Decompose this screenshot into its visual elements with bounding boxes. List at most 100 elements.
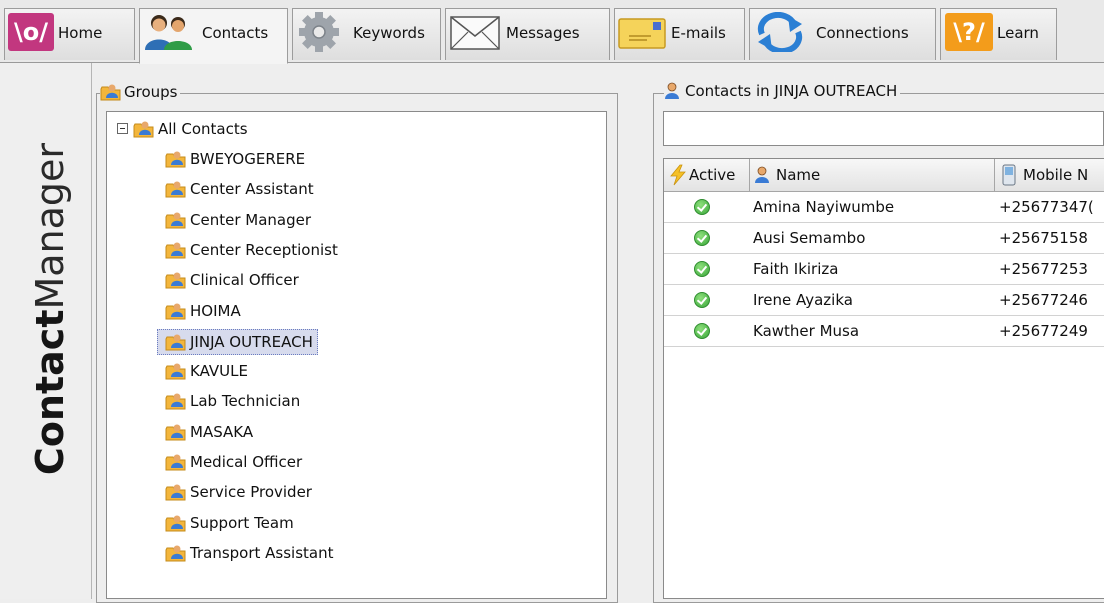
contact-person-icon — [755, 166, 769, 183]
tree-group-label: Clinical Officer — [190, 271, 299, 290]
tree-group-label: Lab Technician — [190, 392, 301, 411]
table-row[interactable]: Faith Ikiriza +25677253 — [664, 254, 1104, 285]
tree-root-all-contacts[interactable]: All Contacts — [133, 117, 248, 141]
table-row[interactable]: Irene Ayazika +25677246 — [664, 285, 1104, 316]
contacts-people-icon — [145, 15, 192, 50]
tree-group-label: Medical Officer — [190, 453, 303, 471]
group-folder-icon — [165, 393, 186, 410]
tree-group-label: Center Receptionist — [190, 240, 338, 259]
group-folder-icon — [165, 454, 186, 471]
contact-name-cell: Kawther Musa — [753, 322, 860, 340]
contacts-legend-label: Contacts in JINJA OUTREACH — [685, 82, 898, 100]
table-row[interactable]: Kawther Musa +25677249 — [664, 316, 1104, 347]
group-folder-icon — [165, 484, 186, 501]
tree-group-item[interactable]: Center Assistant — [165, 177, 314, 201]
tab-messages-label: Messages — [506, 24, 580, 42]
gear-icon — [299, 12, 339, 52]
tree-group-item[interactable]: Medical Officer — [165, 450, 302, 474]
contact-mobile-cell: +25675158 — [999, 229, 1088, 247]
group-folder-icon — [165, 212, 186, 229]
tab-home-label: Home — [58, 24, 103, 42]
tree-group-item[interactable]: Clinical Officer — [165, 268, 299, 292]
group-folder-icon — [165, 151, 186, 168]
mobile-phone-icon — [1002, 164, 1016, 186]
tab-learn-label: Learn — [997, 24, 1039, 42]
contacts-table-header: Active Name Mobile N — [664, 159, 1104, 192]
brand-title: ContactManager — [28, 143, 72, 475]
tree-group-label: Service Provider — [190, 483, 312, 502]
tab-emails-label: E-mails — [671, 24, 726, 42]
envelope-icon — [450, 16, 500, 50]
tab-keywords[interactable]: Keywords — [292, 8, 441, 60]
contact-person-icon — [665, 82, 679, 99]
group-folder-icon — [165, 242, 186, 259]
tree-group-label: KAVULE — [190, 362, 248, 381]
contact-name-cell: Ausi Semambo — [753, 229, 866, 247]
tree-group-item[interactable]: Support Team — [165, 511, 294, 535]
groups-tree[interactable]: All Contacts BWEYOGERERE Center Assistant… — [106, 111, 607, 599]
contact-mobile-cell: +25677347( — [999, 198, 1094, 216]
tree-group-item[interactable]: Center Manager — [165, 208, 311, 232]
tree-group-item[interactable]: BWEYOGERERE — [165, 147, 305, 171]
tree-group-label: BWEYOGERERE — [190, 150, 306, 168]
contact-mobile-cell: +25677253 — [999, 260, 1088, 278]
group-folder-icon — [133, 121, 154, 138]
contacts-legend: Contacts in JINJA OUTREACH — [664, 82, 901, 100]
contact-name-cell: Irene Ayazika — [753, 291, 853, 309]
tree-group-item[interactable]: JINJA OUTREACH — [157, 328, 318, 355]
tree-group-label: Center Manager — [190, 210, 312, 229]
brand-bold: Contact — [28, 309, 72, 476]
collapse-toggle-icon[interactable] — [117, 123, 128, 134]
group-folder-icon — [165, 334, 186, 351]
tree-group-label: Center Assistant — [190, 180, 314, 199]
tree-group-label: Transport Assistant — [190, 543, 334, 562]
tab-messages[interactable]: Messages — [445, 8, 610, 60]
tab-emails[interactable]: E-mails — [614, 8, 745, 60]
group-folder-icon — [165, 363, 186, 380]
tab-learn[interactable]: \?/ Learn — [940, 8, 1057, 60]
column-name-label: Name — [776, 166, 821, 184]
column-mobile[interactable]: Mobile N — [995, 159, 1104, 191]
group-folder-icon — [165, 545, 186, 562]
tree-group-item[interactable]: Service Provider — [165, 480, 312, 504]
tree-group-label: HOIMA — [190, 301, 241, 320]
learn-logo-icon: \?/ — [945, 13, 993, 51]
tab-connections[interactable]: Connections — [749, 8, 936, 60]
tree-group-item[interactable]: KAVULE — [165, 359, 248, 383]
group-folder-icon — [100, 84, 121, 101]
tab-home[interactable]: \o/ Home — [4, 8, 135, 60]
tree-group-label: JINJA OUTREACH — [190, 332, 313, 351]
tree-root-label: All Contacts — [158, 120, 248, 138]
tree-group-item[interactable]: Center Receptionist — [165, 238, 338, 262]
tab-connections-label: Connections — [816, 24, 909, 42]
active-check-icon — [694, 230, 710, 246]
group-folder-icon — [165, 181, 186, 198]
main-tab-bar: \o/ Home Contacts Keywords Messages E-ma… — [0, 0, 1104, 64]
contacts-search-input[interactable] — [663, 111, 1104, 146]
frontline-logo-icon: \o/ — [8, 13, 54, 51]
tree-group-item[interactable]: MASAKA — [165, 420, 253, 444]
column-name[interactable]: Name — [750, 159, 995, 191]
active-check-icon — [694, 199, 710, 215]
table-row[interactable]: Amina Nayiwumbe +25677347( — [664, 192, 1104, 223]
tree-group-item[interactable]: Transport Assistant — [165, 541, 334, 565]
active-check-icon — [694, 261, 710, 277]
column-active[interactable]: Active — [664, 159, 750, 191]
tab-contacts-label: Contacts — [202, 24, 269, 42]
tab-keywords-label: Keywords — [353, 24, 425, 42]
brand-light: Manager — [28, 142, 72, 310]
group-folder-icon — [165, 515, 186, 532]
tree-group-item[interactable]: Lab Technician — [165, 389, 300, 413]
contacts-table: Active Name Mobile N Amina Nayiwumbe +256… — [663, 158, 1104, 599]
tree-group-item[interactable]: HOIMA — [165, 299, 241, 323]
contact-name-cell: Faith Ikiriza — [753, 260, 839, 278]
active-check-icon — [694, 323, 710, 339]
column-mobile-label: Mobile N — [1023, 166, 1089, 184]
contact-name-cell: Amina Nayiwumbe — [753, 198, 895, 216]
column-active-label: Active — [689, 166, 736, 184]
table-row[interactable]: Ausi Semambo +25675158 — [664, 223, 1104, 254]
tree-group-label: Support Team — [190, 513, 294, 532]
active-check-icon — [694, 292, 710, 308]
tab-contacts[interactable]: Contacts — [139, 8, 288, 64]
email-icon — [618, 18, 666, 49]
